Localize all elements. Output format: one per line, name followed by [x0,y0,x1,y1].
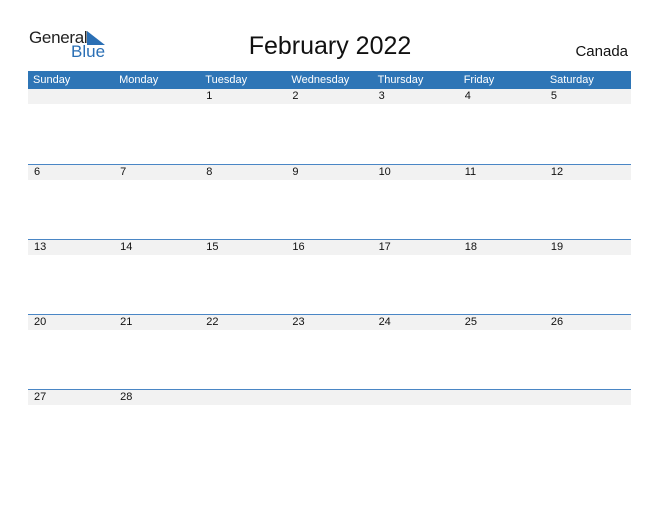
week-row: 13 14 15 16 17 18 19 [28,239,631,314]
day-cell [114,89,200,104]
day-cell: 22 [206,316,219,328]
week-row: 27 28 [28,389,631,464]
day-cell: 6 [34,166,41,178]
day-cell: 2 [292,90,299,102]
day-cell: 9 [292,166,299,178]
day-cell: 24 [378,316,391,328]
day-cell: 21 [120,316,133,328]
day-cell [459,390,545,405]
day-cell: 4 [464,90,471,102]
week-row: 1 2 3 4 5 [28,89,631,164]
weeks-container: 1 2 3 4 5 6 7 8 9 10 11 12 13 14 15 16 17 18 19 20 21 22 23 24 2… [28,89,631,464]
day-cell: 13 [34,241,47,253]
day-cell: 12 [550,166,564,178]
day-cell: 28 [120,391,133,403]
day-cell: 16 [292,241,305,253]
day-cell [286,390,372,405]
day-cell: 18 [464,241,477,253]
day-cell [28,89,114,104]
day-number-strip: 13 14 15 16 17 18 19 [28,240,631,255]
day-cell: 7 [120,166,127,178]
day-cell: 3 [378,90,385,102]
day-cell: 27 [34,391,47,403]
week-row: 20 21 22 23 24 25 26 [28,314,631,389]
page-title: February 2022 [248,32,412,60]
weekday-thursday: Thursday [377,74,424,86]
day-cell: 5 [550,90,557,102]
weekday-saturday: Saturday [549,74,594,86]
weekday-friday: Friday [463,74,495,86]
day-cell: 10 [378,166,391,178]
day-cell: 17 [378,241,391,253]
day-number-strip: 27 28 [28,390,631,405]
day-number-strip: 6 7 8 9 10 11 12 [28,165,631,180]
weekday-tuesday: Tuesday [205,74,248,86]
day-cell: 11 [464,166,477,178]
day-cell: 14 [120,241,133,253]
day-cell: 19 [550,241,564,253]
calendar-grid: Sunday Monday Tuesday Wednesday Thursday… [28,71,631,464]
day-cell: 23 [292,316,305,328]
country-label: Canada [575,43,628,60]
week-row: 6 7 8 9 10 11 12 [28,164,631,239]
day-number-strip: 20 21 22 23 24 25 26 [28,315,631,330]
weekday-header: Sunday Monday Tuesday Wednesday Thursday… [28,71,631,89]
day-cell: 26 [550,316,564,328]
day-cell [200,390,286,405]
day-cell: 1 [206,90,213,102]
day-cell: 25 [464,316,477,328]
day-cell: 8 [206,166,213,178]
day-cell: 15 [206,241,219,253]
weekday-monday: Monday [119,74,159,86]
weekday-sunday: Sunday [33,74,71,86]
weekday-wednesday: Wednesday [291,74,350,86]
day-number-strip: 1 2 3 4 5 [28,89,631,104]
day-cell [545,390,631,405]
day-cell [373,390,459,405]
day-cell: 20 [34,316,47,328]
